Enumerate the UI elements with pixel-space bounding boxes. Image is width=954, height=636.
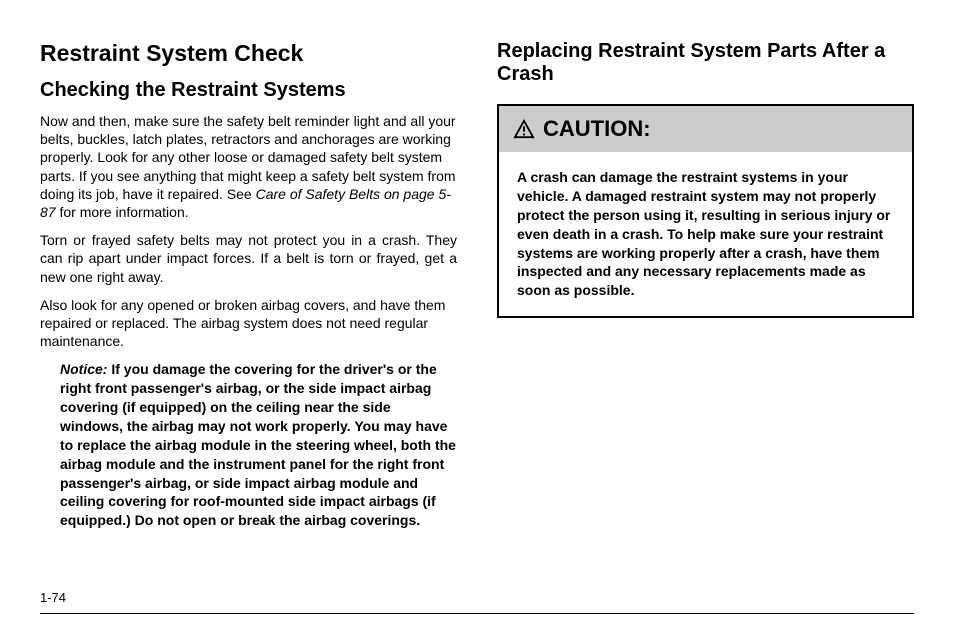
page-number: 1-74 <box>40 590 66 605</box>
caution-body: A crash can damage the restraint systems… <box>499 152 912 316</box>
paragraph-3: Also look for any opened or broken airba… <box>40 296 457 351</box>
paragraph-2: Torn or frayed safety belts may not prot… <box>40 231 457 286</box>
warning-triangle-icon <box>513 119 535 139</box>
sub-heading-checking: Checking the Restraint Systems <box>40 79 457 102</box>
left-column: Restraint System Check Checking the Rest… <box>40 40 457 580</box>
caution-label: CAUTION: <box>543 116 651 142</box>
main-heading: Restraint System Check <box>40 40 457 67</box>
caution-header: CAUTION: <box>499 106 912 152</box>
notice-label: Notice: <box>60 361 107 377</box>
notice-paragraph: Notice: If you damage the covering for t… <box>60 360 457 530</box>
sub-heading-replacing: Replacing Restraint System Parts After a… <box>497 40 914 86</box>
notice-text: If you damage the covering for the drive… <box>60 361 456 528</box>
para1-text2: for more information. <box>56 204 189 220</box>
footer: 1-74 <box>40 589 914 614</box>
page-container: Restraint System Check Checking the Rest… <box>40 40 914 580</box>
caution-box: CAUTION: A crash can damage the restrain… <box>497 104 914 318</box>
right-column: Replacing Restraint System Parts After a… <box>497 40 914 580</box>
footer-rule <box>40 613 914 614</box>
paragraph-1: Now and then, make sure the safety belt … <box>40 112 457 221</box>
